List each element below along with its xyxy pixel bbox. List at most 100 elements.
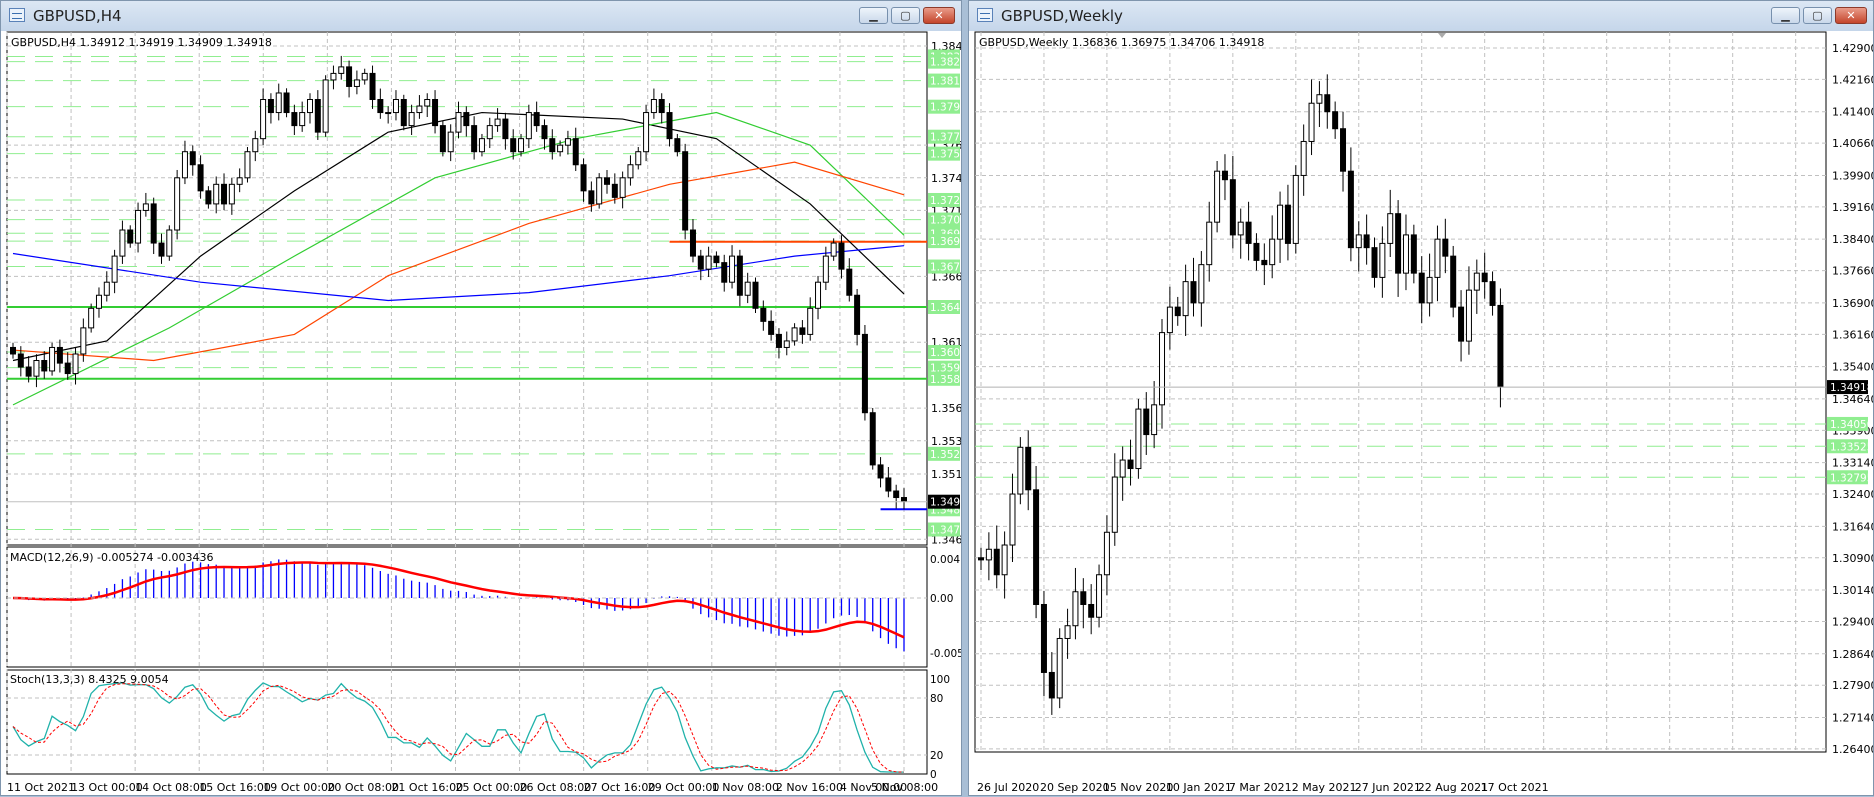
moving-average-blue [12,245,905,302]
close-button[interactable]: ✕ [923,7,955,24]
time-axis-label: 1 Nov 08:00 [712,781,779,794]
h4-candle [377,99,384,114]
h4-candle [666,112,673,140]
maximize-button[interactable]: ▢ [1803,7,1832,24]
weekly-chart-window[interactable]: GBPUSD,Weekly ▁ ▢ ✕ 26 Jul 2020 20 Sep 20… [968,0,1874,796]
time-axis-label: 19 Oct 00:00 [263,781,335,794]
h4-candle [768,320,775,335]
weekly-candle [1229,179,1236,236]
level-price-label: 1.36915 [930,236,961,248]
weekly-candle [1245,221,1252,244]
weekly-candle [993,548,1000,576]
weekly-candle [1418,272,1425,304]
weekly-candle [1001,544,1008,576]
h4-candle [713,255,720,264]
minimize-button[interactable]: ▁ [1771,7,1800,24]
h4-candle [775,333,782,348]
price-tick-label: 1.27140 [1832,711,1873,724]
h4-candle [525,112,532,140]
title-bar[interactable]: GBPUSD,H4 ▁ ▢ ✕ [1,1,961,31]
weekly-candle [1166,306,1173,334]
window-title: GBPUSD,Weekly [1001,7,1123,25]
price-tick-label: 1.29400 [1832,615,1873,628]
h4-candle [564,138,571,146]
current-price-label: 1.34918 [1830,382,1873,394]
stoch-label: Stoch(13,3,3) 8.4325 9.0054 [10,673,169,686]
h4-candle [494,118,501,127]
h4-candle [41,360,48,372]
h4-candle [533,112,540,127]
h4-candle [689,229,696,257]
time-axis-label: 15 Oct 16:00 [199,781,271,794]
weekly-candle [1402,234,1409,274]
h4-candle [221,183,228,205]
h4-candle [299,112,306,127]
h4-candle [353,79,360,87]
weekly-candle [1190,281,1197,304]
h4-candle [392,99,399,114]
h4-chart-window[interactable]: GBPUSD,H4 ▁ ▢ ✕ 11 Oct 2021 13 Oct 00:00 1… [0,0,962,796]
h4-candle [854,294,861,335]
h4-candle [197,164,204,192]
h4-candle [416,105,423,114]
time-axis-label: 17 Oct 2021 [1481,781,1549,794]
price-tick-label: 1.38400 [1832,233,1873,246]
h4-candle [213,183,220,205]
weekly-candle [1497,304,1504,388]
maximize-button[interactable]: ▢ [891,7,920,24]
close-icon: ✕ [1846,9,1856,22]
h4-chart-canvas[interactable]: 11 Oct 202113 Oct 00:0014 Oct 08:0015 Oc… [1,31,961,797]
h4-candle [791,327,798,342]
weekly-candle [1332,111,1339,130]
h4-candle [549,138,556,153]
h4-candle [408,112,415,127]
weekly-candle [1127,459,1134,470]
time-axis-label: 26 Jul 2020 [977,781,1039,794]
time-axis-label: 27 Oct 16:00 [584,781,656,794]
macd-axis-label: 0.00 [930,593,953,605]
time-axis-label: 2 Nov 16:00 [776,781,843,794]
h4-candle [49,346,56,372]
price-tick-label: 1.26400 [1832,743,1873,756]
h4-candle [447,131,454,153]
h4-candle [205,190,212,205]
h4-candle [752,281,759,309]
time-axis-label: 26 Oct 08:00 [520,781,592,794]
level-price-label: 1.35860 [930,374,961,386]
weekly-candle [1292,174,1299,244]
title-bar[interactable]: GBPUSD,Weekly ▁ ▢ ✕ [969,1,1873,31]
price-tick-label: 1.36160 [1832,328,1873,341]
weekly-candle [1426,276,1433,304]
weekly-candle [1379,242,1386,278]
chart-pane-border [974,31,1827,753]
level-price-label: 1.36065 [930,347,961,359]
weekly-candle [978,557,984,561]
weekly-candle [1103,531,1110,576]
h4-candle [307,99,313,114]
weekly-candle [1465,289,1472,342]
weekly-candle [1277,204,1284,240]
weekly-chart-canvas[interactable]: 26 Jul 2020 20 Sep 202015 Nov 202010 Jan … [969,31,1873,797]
stoch-axis-label: 20 [930,750,943,762]
moving-average-green [12,111,905,406]
time-axis-label: 20 Sep 2020 [1040,781,1110,794]
weekly-candle [1017,446,1024,495]
minimize-button[interactable]: ▁ [859,7,888,24]
weekly-candle [1458,306,1465,342]
weekly-candle [1308,102,1315,142]
price-tick-label: 1.37660 [1832,265,1873,278]
macd-axis-label: 0.004145 [930,554,961,566]
time-axis-label: 10 Jan 2021 [1166,781,1232,794]
weekly-candle [1033,489,1040,605]
weekly-candle [1096,574,1103,618]
weekly-candle [1300,140,1307,176]
price-tick-label: 1.33140 [1832,457,1873,470]
h4-candle [697,255,704,270]
h4-candle [10,346,16,355]
weekly-candle [1284,204,1291,244]
maximize-icon: ▢ [900,9,911,22]
time-axis-label: 22 Aug 2021 [1418,781,1488,794]
level-price-label: 1.37945 [930,102,961,114]
h4-candle [705,255,712,270]
close-button[interactable]: ✕ [1835,7,1867,24]
